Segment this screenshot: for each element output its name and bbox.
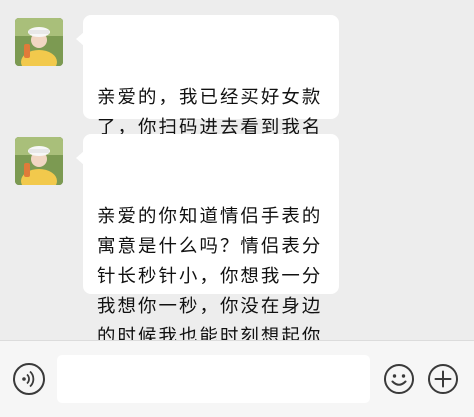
- message-input[interactable]: [57, 355, 370, 403]
- message-row: 亲爱的，我已经买好女款 了，你扫码进去看到我名 字，拼买男款的就可以了: [0, 15, 474, 168]
- contact-avatar[interactable]: [15, 137, 63, 185]
- bubble-tail: [76, 151, 84, 165]
- contact-avatar[interactable]: [15, 18, 63, 66]
- voice-icon: [22, 370, 35, 388]
- plus-icon: [428, 364, 458, 394]
- voice-button[interactable]: [13, 363, 45, 395]
- bubble-tail: [76, 32, 84, 46]
- avatar-photo-icon: [15, 137, 63, 185]
- emoji-icon: [384, 364, 414, 394]
- message-bubble[interactable]: 亲爱的，我已经买好女款 了，你扫码进去看到我名 字，拼买男款的就可以了: [76, 15, 339, 168]
- message-bubble[interactable]: 亲爱的你知道情侣手表的 寓意是什么吗？情侣表分 针长秒针小，你想我一分 我想你一…: [76, 134, 339, 347]
- emoji-button[interactable]: [383, 363, 415, 395]
- chat-input-bar: [0, 340, 474, 417]
- message-row: 亲爱的你知道情侣手表的 寓意是什么吗？情侣表分 针长秒针小，你想我一分 我想你一…: [0, 134, 474, 347]
- avatar-photo-icon: [15, 18, 63, 66]
- more-button[interactable]: [427, 363, 459, 395]
- message-text: 亲爱的你知道情侣手表的 寓意是什么吗？情侣表分 针长秒针小，你想我一分 我想你一…: [97, 206, 323, 347]
- chat-message-list[interactable]: 亲爱的，我已经买好女款 了，你扫码进去看到我名 字，拼买男款的就可以了 亲爱的你…: [0, 0, 474, 347]
